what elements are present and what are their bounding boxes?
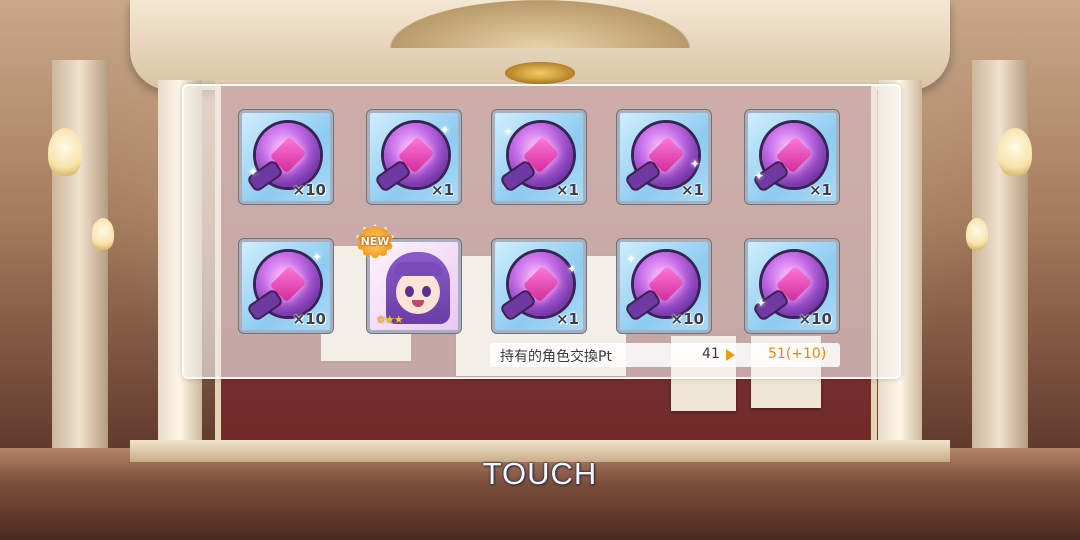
sparkle-icon: ✦: [754, 169, 765, 183]
result-item-3[interactable]: ✦ ×1: [491, 109, 587, 205]
item-quantity: ×1: [555, 310, 579, 328]
sparkle-icon: ✦: [248, 165, 259, 179]
sparkle-icon: ✦: [690, 157, 701, 171]
new-badge: NEW: [355, 224, 395, 260]
character-shard-gem-icon: [762, 123, 826, 187]
item-quantity: ×1: [680, 181, 704, 199]
item-quantity: ×10: [798, 310, 832, 328]
result-item-2[interactable]: ✦ ×1: [366, 109, 462, 205]
sparkle-icon: ✦: [626, 252, 637, 266]
character-shard-gem-icon: [634, 123, 698, 187]
character-shard-gem-icon: [384, 123, 448, 187]
sparkle-icon: ✦: [440, 123, 451, 137]
gold-crest-ornament: [505, 62, 575, 84]
arrow-right-icon: [726, 349, 735, 361]
wall-lamp-icon: [48, 128, 82, 176]
rarity-stars-icon: ★★★: [376, 313, 404, 326]
result-item-8[interactable]: ✦ ×1: [491, 238, 587, 334]
character-shard-gem-icon: [762, 252, 826, 316]
character-shard-gem-icon: [256, 252, 320, 316]
sparkle-icon: ✦: [567, 262, 578, 276]
arch-ornament: [390, 0, 690, 48]
item-quantity: ×1: [430, 181, 454, 199]
result-item-10[interactable]: ✦ ×10: [744, 238, 840, 334]
item-quantity: ×10: [292, 181, 326, 199]
sparkle-icon: ✦: [312, 250, 323, 264]
wall-lamp-icon: [92, 218, 114, 250]
result-item-1[interactable]: ✦ ×10: [238, 109, 334, 205]
character-shard-gem-icon: [256, 123, 320, 187]
result-item-6[interactable]: ✦ ×10: [238, 238, 334, 334]
exchange-points-after: 51(+10): [768, 346, 827, 362]
result-item-9[interactable]: ✦ ×10: [616, 238, 712, 334]
results-grid: ✦ ×10 ✦ ×1 ✦ ×1 ✦ ×1 ✦ ×1 ✦ ×10 ★★★ ✦ ×1…: [238, 109, 843, 334]
sparkle-icon: ✦: [503, 125, 514, 139]
wall-lamp-icon: [998, 128, 1032, 176]
new-badge-label: NEW: [360, 235, 390, 248]
character-shard-gem-icon: [509, 123, 573, 187]
item-quantity: ×10: [670, 310, 704, 328]
sparkle-icon: ✦: [756, 296, 767, 310]
item-quantity: ×1: [808, 181, 832, 199]
result-item-5[interactable]: ✦ ×1: [744, 109, 840, 205]
item-quantity: ×10: [292, 310, 326, 328]
exchange-points-current: 41: [702, 346, 720, 362]
exchange-points-label: 持有的角色交換Pt: [500, 349, 612, 365]
gacha-results-panel: ✦ ×10 ✦ ×1 ✦ ×1 ✦ ×1 ✦ ×1 ✦ ×10 ★★★ ✦ ×1…: [182, 84, 901, 379]
touch-to-continue-prompt[interactable]: TOUCH: [0, 456, 1080, 492]
exchange-points-bar: 持有的角色交換Pt 41 51(+10): [490, 343, 840, 367]
character-shard-gem-icon: [634, 252, 698, 316]
character-shard-gem-icon: [509, 252, 573, 316]
item-quantity: ×1: [555, 181, 579, 199]
wall-lamp-icon: [966, 218, 988, 250]
result-item-4[interactable]: ✦ ×1: [616, 109, 712, 205]
